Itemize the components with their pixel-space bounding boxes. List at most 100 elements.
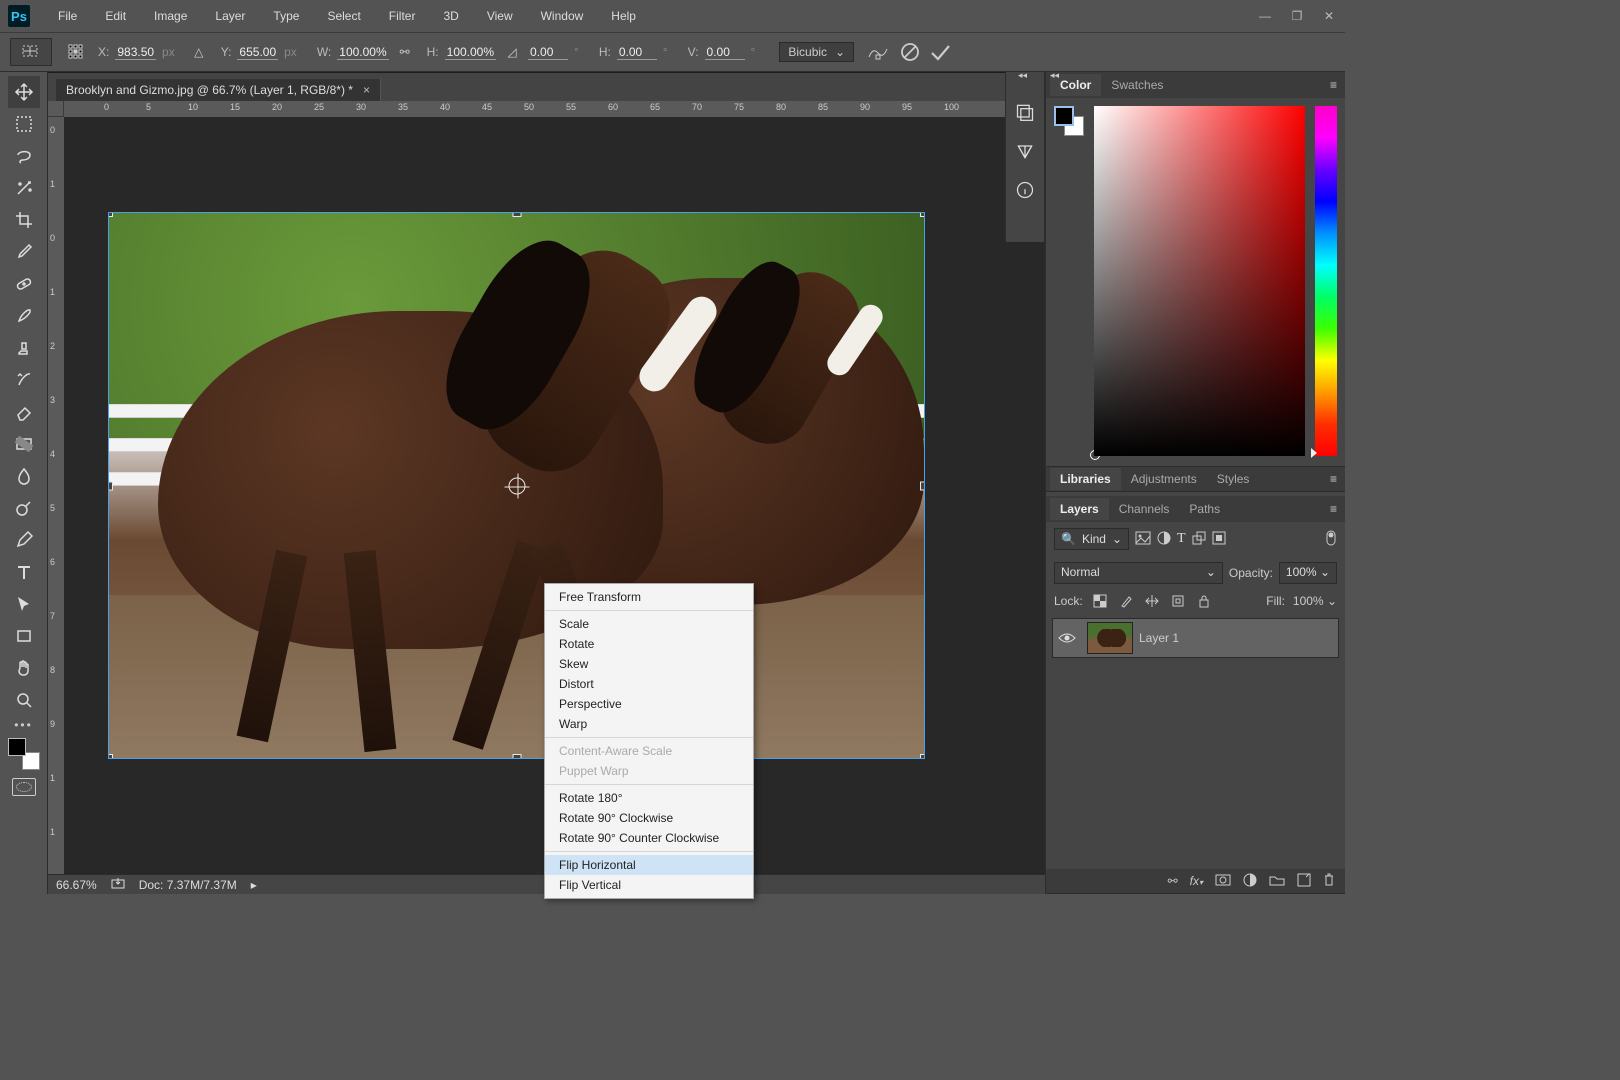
lasso-tool[interactable] — [8, 140, 40, 172]
foreground-swatch[interactable] — [8, 738, 26, 756]
layer-row[interactable]: Layer 1 — [1052, 618, 1339, 658]
menu-edit[interactable]: Edit — [91, 0, 140, 32]
link-layers-icon[interactable]: ⚯ — [1168, 874, 1178, 888]
filter-image-icon[interactable] — [1135, 531, 1151, 548]
transform-handle-e[interactable] — [920, 481, 924, 490]
h-value[interactable]: 100.00% — [445, 45, 496, 60]
x-value[interactable]: 983.50 — [115, 45, 156, 60]
menu-type[interactable]: Type — [259, 0, 313, 32]
context-warp[interactable]: Warp — [545, 714, 753, 734]
fg-bg-swatch[interactable] — [1054, 106, 1084, 136]
blend-mode-select[interactable]: Normal⌄ — [1054, 562, 1223, 584]
filter-adjust-icon[interactable] — [1157, 531, 1171, 548]
y-value[interactable]: 655.00 — [237, 45, 278, 60]
menu-view[interactable]: View — [473, 0, 527, 32]
transform-handle-w[interactable] — [109, 481, 113, 490]
delete-layer-icon[interactable] — [1323, 873, 1335, 890]
hue-slider[interactable] — [1315, 106, 1337, 456]
gradient-tool[interactable] — [8, 428, 40, 460]
marquee-tool[interactable] — [8, 108, 40, 140]
filter-smart-icon[interactable] — [1212, 531, 1226, 548]
close-icon[interactable]: × — [363, 83, 370, 97]
menu-image[interactable]: Image — [140, 0, 201, 32]
hskew-value[interactable]: 0.00 — [617, 45, 657, 60]
warp-mode-icon[interactable] — [868, 42, 888, 62]
transform-handle-n[interactable] — [512, 213, 521, 217]
tab-paths[interactable]: Paths — [1179, 498, 1230, 520]
healing-brush-tool[interactable] — [8, 268, 40, 300]
menu-window[interactable]: Window — [527, 0, 598, 32]
new-layer-icon[interactable] — [1297, 873, 1311, 890]
collapse-icon[interactable]: ◂◂ — [1018, 70, 1027, 81]
fill-value[interactable]: 100% ⌄ — [1293, 594, 1337, 608]
delta-icon[interactable]: △ — [189, 42, 209, 62]
history-brush-tool[interactable] — [8, 364, 40, 396]
pen-tool[interactable] — [8, 524, 40, 556]
layer-name[interactable]: Layer 1 — [1139, 631, 1179, 645]
quick-mask-button[interactable] — [12, 778, 36, 796]
reference-point-icon[interactable] — [66, 42, 86, 62]
layer-thumbnail[interactable] — [1087, 622, 1133, 654]
zoom-value[interactable]: 66.67% — [56, 878, 97, 892]
edit-toolbar-button[interactable]: ••• — [14, 718, 33, 732]
ruler-horizontal[interactable]: 0510152025303540455055606570758085909510… — [64, 101, 1045, 117]
menu-help[interactable]: Help — [597, 0, 650, 32]
context-rotate-90-counter-clockwise[interactable]: Rotate 90° Counter Clockwise — [545, 828, 753, 848]
ruler-origin[interactable] — [48, 101, 64, 117]
menu-select[interactable]: Select — [313, 0, 374, 32]
blur-tool[interactable] — [8, 460, 40, 492]
export-icon[interactable] — [111, 877, 125, 892]
hue-indicator[interactable] — [1311, 448, 1317, 458]
layer-style-icon[interactable]: fx▾ — [1190, 874, 1203, 888]
filter-toggle[interactable] — [1325, 529, 1337, 550]
brush-tool[interactable] — [8, 300, 40, 332]
filter-type-icon[interactable]: T — [1177, 531, 1186, 547]
link-icon[interactable]: ⚯ — [395, 42, 415, 62]
dodge-tool[interactable] — [8, 492, 40, 524]
tab-swatches[interactable]: Swatches — [1101, 74, 1173, 96]
ruler-vertical[interactable]: 01012345678911 — [48, 117, 64, 874]
properties-panel-icon[interactable] — [1015, 141, 1035, 164]
crop-tool[interactable] — [8, 204, 40, 236]
cancel-transform-icon[interactable] — [900, 42, 920, 62]
menu-layer[interactable]: Layer — [201, 0, 259, 32]
fg-bg-colors[interactable] — [8, 738, 40, 770]
eraser-tool[interactable] — [8, 396, 40, 428]
transform-handle-nw[interactable] — [109, 213, 113, 217]
transform-handle-s[interactable] — [512, 754, 521, 758]
info-panel-icon[interactable] — [1015, 180, 1035, 203]
lock-pixels-icon[interactable] — [1117, 592, 1135, 610]
menu-3d[interactable]: 3D — [429, 0, 472, 32]
tab-styles[interactable]: Styles — [1207, 468, 1260, 490]
tab-adjustments[interactable]: Adjustments — [1121, 468, 1207, 490]
image-layer[interactable] — [109, 213, 924, 758]
layer-group-icon[interactable] — [1269, 874, 1285, 889]
w-value[interactable]: 100.00% — [337, 45, 388, 60]
transform-center[interactable] — [508, 477, 525, 494]
lock-transparency-icon[interactable] — [1091, 592, 1109, 610]
type-tool[interactable] — [8, 556, 40, 588]
opacity-value[interactable]: 100% ⌄ — [1279, 562, 1337, 584]
document-tab[interactable]: Brooklyn and Gizmo.jpg @ 66.7% (Layer 1,… — [56, 79, 381, 101]
lock-artboard-icon[interactable] — [1169, 592, 1187, 610]
vskew-value[interactable]: 0.00 — [705, 45, 745, 60]
filter-shape-icon[interactable] — [1192, 531, 1206, 548]
zoom-tool[interactable] — [8, 684, 40, 716]
close-button[interactable]: ✕ — [1313, 4, 1345, 28]
rectangle-tool[interactable] — [8, 620, 40, 652]
context-flip-vertical[interactable]: Flip Vertical — [545, 875, 753, 895]
tool-preset-picker[interactable] — [10, 38, 52, 66]
transform-handle-se[interactable] — [920, 754, 924, 758]
tab-channels[interactable]: Channels — [1109, 498, 1180, 520]
angle-value[interactable]: 0.00 — [528, 45, 568, 60]
history-panel-icon[interactable] — [1015, 102, 1035, 125]
lock-position-icon[interactable] — [1143, 592, 1161, 610]
context-scale[interactable]: Scale — [545, 614, 753, 634]
menu-file[interactable]: File — [44, 0, 91, 32]
context-rotate[interactable]: Rotate — [545, 634, 753, 654]
status-menu-icon[interactable]: ▸ — [251, 878, 257, 892]
context-skew[interactable]: Skew — [545, 654, 753, 674]
canvas[interactable]: Free TransformScaleRotateSkewDistortPers… — [64, 117, 1045, 874]
color-picker-indicator[interactable] — [1090, 450, 1100, 460]
collapse-icon[interactable]: ◂◂ — [1050, 70, 1059, 81]
